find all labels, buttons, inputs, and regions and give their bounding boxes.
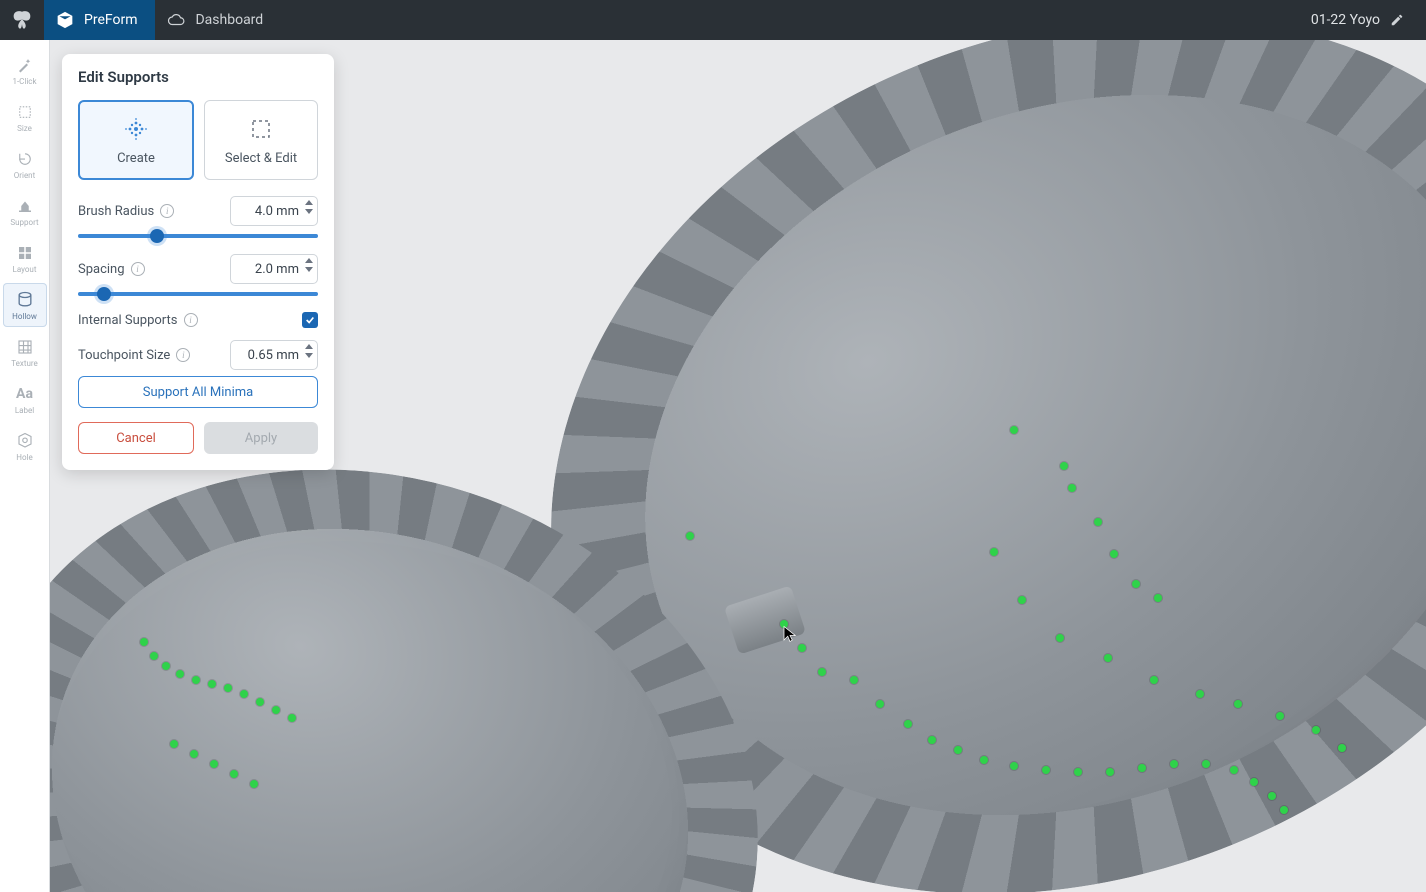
left-toolbar: 1-Click Size Orient Support Layout Hollo… xyxy=(0,40,50,892)
panel-title: Edit Supports xyxy=(78,68,318,86)
cancel-button[interactable]: Cancel xyxy=(78,422,194,454)
wand-icon xyxy=(14,54,36,76)
touchpoint-size-label: Touchpoint Size i xyxy=(78,348,190,363)
mode-create[interactable]: Create xyxy=(78,100,194,180)
select-icon xyxy=(247,115,275,143)
support-all-minima-button[interactable]: Support All Minima xyxy=(78,376,318,408)
tool-hollow[interactable]: Hollow xyxy=(3,283,47,327)
spacing-slider[interactable] xyxy=(78,292,318,296)
brush-radius-input[interactable]: 4.0 mm xyxy=(230,196,318,226)
filename-text: 01-22 Yoyo xyxy=(1311,12,1380,28)
texture-icon xyxy=(14,336,36,358)
info-icon[interactable]: i xyxy=(160,204,174,218)
internal-supports-checkbox[interactable] xyxy=(302,312,318,328)
layout-icon xyxy=(14,242,36,264)
apply-button[interactable]: Apply xyxy=(204,422,318,454)
cube-icon xyxy=(56,11,74,29)
butterfly-icon xyxy=(11,9,33,31)
top-bar: PreForm Dashboard 01-22 Yoyo xyxy=(0,0,1426,40)
tab-label: Dashboard xyxy=(195,12,263,28)
tab-preform[interactable]: PreForm xyxy=(44,0,155,40)
tab-dashboard[interactable]: Dashboard xyxy=(155,0,281,40)
tool-1click[interactable]: 1-Click xyxy=(3,48,47,92)
internal-supports-label: Internal Supports i xyxy=(78,313,198,328)
tool-hole[interactable]: Hole xyxy=(3,424,47,468)
tool-texture[interactable]: Texture xyxy=(3,330,47,374)
create-icon xyxy=(122,115,150,143)
cloud-icon xyxy=(167,11,185,29)
tab-label: PreForm xyxy=(84,12,137,28)
slider-thumb[interactable] xyxy=(97,287,111,301)
tool-size[interactable]: Size xyxy=(3,95,47,139)
orient-icon xyxy=(14,148,36,170)
touchpoint-size-input[interactable]: 0.65 mm xyxy=(230,340,318,370)
hole-icon xyxy=(14,430,36,452)
mode-label: Select & Edit xyxy=(225,151,297,166)
tool-orient[interactable]: Orient xyxy=(3,142,47,186)
brush-radius-slider[interactable] xyxy=(78,234,318,238)
support-icon xyxy=(14,195,36,217)
label-icon: Aa xyxy=(14,383,36,405)
info-icon[interactable]: i xyxy=(184,313,198,327)
edit-supports-panel: Edit Supports Create Select & Edit Brush… xyxy=(62,54,334,470)
mode-label: Create xyxy=(117,151,155,166)
brush-radius-label: Brush Radius i xyxy=(78,204,174,219)
tool-support[interactable]: Support xyxy=(3,189,47,233)
hollow-icon xyxy=(14,289,36,311)
pencil-icon[interactable] xyxy=(1390,13,1404,27)
check-icon xyxy=(305,315,315,325)
tool-label[interactable]: Aa Label xyxy=(3,377,47,421)
spacing-label: Spacing i xyxy=(78,262,145,277)
stepper-arrows[interactable] xyxy=(305,258,313,272)
info-icon[interactable]: i xyxy=(176,348,190,362)
stepper-arrows[interactable] xyxy=(305,200,313,214)
stepper-arrows[interactable] xyxy=(305,344,313,358)
tool-layout[interactable]: Layout xyxy=(3,236,47,280)
size-icon xyxy=(14,101,36,123)
mode-select-edit[interactable]: Select & Edit xyxy=(204,100,318,180)
info-icon[interactable]: i xyxy=(131,262,145,276)
spacing-input[interactable]: 2.0 mm xyxy=(230,254,318,284)
filename[interactable]: 01-22 Yoyo xyxy=(1311,12,1426,28)
slider-thumb[interactable] xyxy=(150,229,164,243)
app-logo[interactable] xyxy=(0,0,44,40)
